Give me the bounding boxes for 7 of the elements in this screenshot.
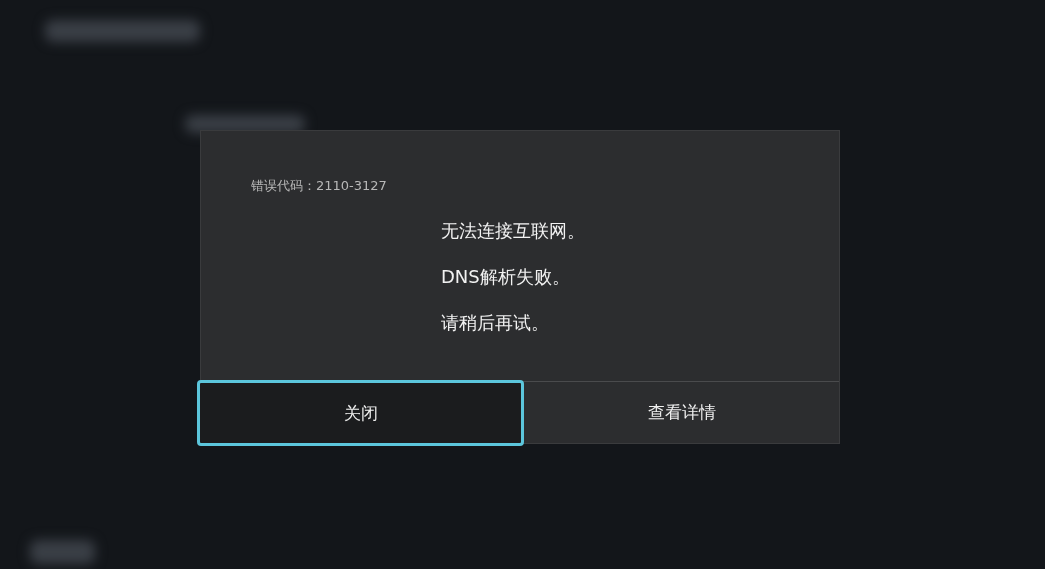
details-button[interactable]: 查看详情 bbox=[524, 382, 839, 443]
error-message: 无法连接互联网。 bbox=[441, 219, 585, 243]
error-message: DNS解析失败。 bbox=[441, 265, 570, 289]
blurred-label bbox=[30, 540, 95, 564]
error-message: 请稍后再试。 bbox=[441, 311, 549, 335]
close-button[interactable]: 关闭 bbox=[197, 380, 524, 446]
error-code: 错误代码：2110-3127 bbox=[251, 177, 387, 195]
